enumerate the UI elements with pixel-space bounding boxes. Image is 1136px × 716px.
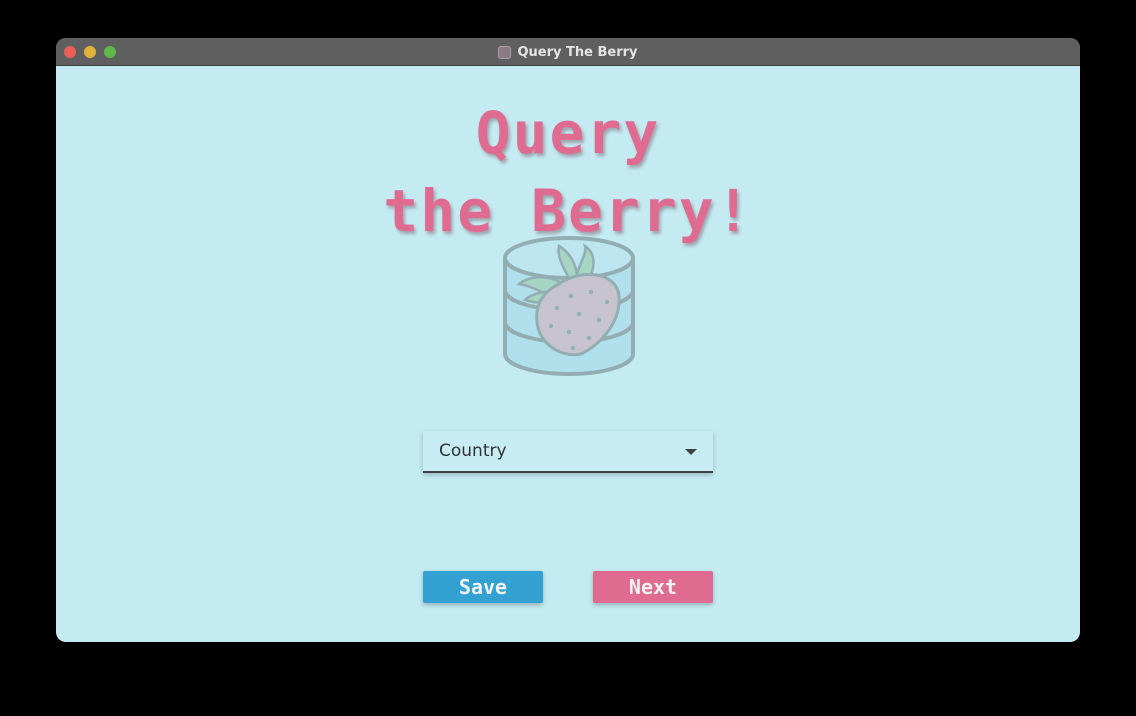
caret-down-icon <box>685 449 697 455</box>
app-window: Query The Berry Query the Berry! Country… <box>56 38 1080 642</box>
window-title-group: Query The Berry <box>56 38 1080 66</box>
next-button[interactable]: Next <box>593 571 713 603</box>
app-icon <box>498 45 512 59</box>
country-select[interactable]: Country <box>423 431 713 473</box>
window-title: Query The Berry <box>517 44 638 60</box>
title-bar[interactable]: Query The Berry <box>56 38 1080 66</box>
strawberry-database-icon <box>503 236 635 376</box>
page-title-line-1: Query <box>475 99 661 167</box>
country-select-value: Country <box>439 441 507 461</box>
page-title: Query the Berry! <box>368 94 768 250</box>
save-button[interactable]: Save <box>423 571 543 603</box>
